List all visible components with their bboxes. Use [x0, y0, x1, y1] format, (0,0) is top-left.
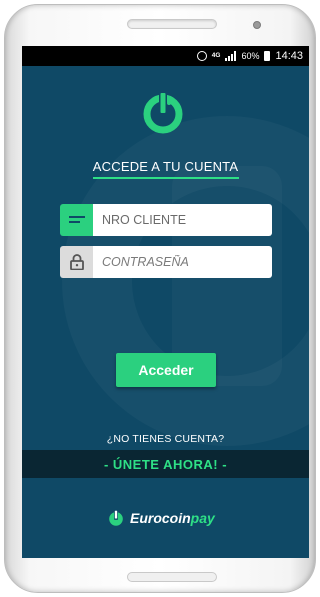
id-card-icon [60, 204, 93, 236]
login-button[interactable]: Acceder [116, 353, 216, 387]
no-account-text: ¿NO TIENES CUENTA? [106, 433, 225, 445]
brand-footer: Eurocoinpay [106, 507, 215, 529]
alarm-icon [196, 51, 207, 61]
battery-percent: 60% [241, 51, 260, 61]
lock-icon [60, 246, 93, 278]
brand-name-accent: pay [190, 510, 215, 526]
clock: 14:43 [275, 50, 303, 62]
signup-band: - ÚNETE AHORA! - [22, 450, 309, 478]
eurocoin-logo-icon [143, 92, 183, 134]
page-title: ACCEDE A TU CUENTA [92, 159, 239, 174]
front-camera [253, 21, 261, 29]
password-field [60, 246, 272, 278]
status-bar: 4G 60% 14:43 [22, 46, 309, 66]
app-screen: 4G 60% 14:43 ACCEDE A TU CUENTA NRO CLIE… [22, 46, 309, 558]
password-input[interactable] [93, 246, 272, 278]
speaker-grille [127, 19, 217, 29]
signal-icon [225, 51, 237, 61]
network-type: 4G [211, 52, 221, 59]
battery-icon [264, 51, 271, 61]
brand-logo-icon [109, 509, 123, 526]
client-number-input[interactable] [93, 204, 272, 236]
home-button[interactable] [127, 572, 217, 582]
client-number-field [60, 204, 272, 236]
title-underline [93, 177, 239, 179]
brand-name-main: Eurocoin [130, 510, 191, 526]
join-now-link[interactable]: - ÚNETE AHORA! - [104, 457, 227, 472]
brand-name: Eurocoinpay [130, 510, 215, 526]
